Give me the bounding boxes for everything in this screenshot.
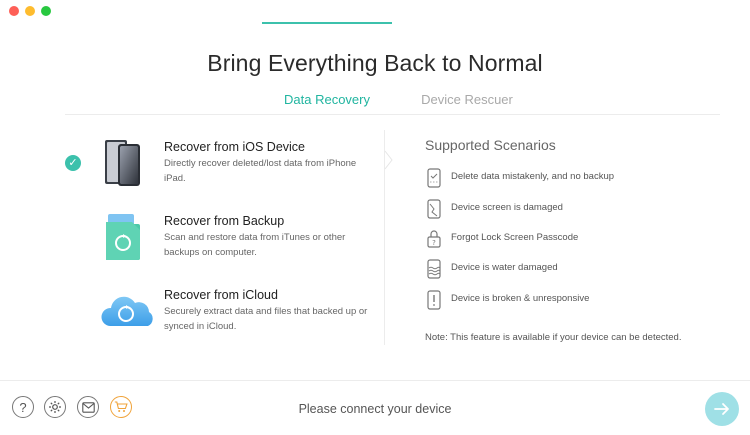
backup-file-icon xyxy=(98,212,156,266)
option-recover-icloud[interactable]: Recover from iCloud Securely extract dat… xyxy=(0,278,385,348)
lock-icon: ? xyxy=(427,230,441,248)
option-description: Securely extract data and files that bac… xyxy=(164,306,368,332)
deleted-data-icon xyxy=(427,168,441,188)
window-controls xyxy=(9,6,51,16)
scenario-text: Forgot Lock Screen Passcode xyxy=(451,232,579,243)
arrow-right-icon xyxy=(714,403,729,415)
water-damage-icon xyxy=(427,259,441,279)
option-recover-backup[interactable]: Recover from Backup Scan and restore dat… xyxy=(0,204,385,274)
scenario-text: Device is broken & unresponsive xyxy=(451,293,590,304)
page-title: Bring Everything Back to Normal xyxy=(207,50,543,76)
scenario-item: ? Forgot Lock Screen Passcode xyxy=(425,228,725,250)
scenario-item: Device is broken & unresponsive xyxy=(425,289,725,311)
icloud-icon xyxy=(98,286,156,340)
scenario-item: Device is water damaged xyxy=(425,258,725,280)
scenarios-title: Supported Scenarios xyxy=(425,137,556,153)
footer-divider xyxy=(0,380,750,381)
selected-check-icon: ✓ xyxy=(65,155,81,171)
close-window-button[interactable] xyxy=(9,6,19,16)
scenario-text: Delete data mistakenly, and no backup xyxy=(451,171,615,182)
iphone-icon xyxy=(98,138,156,192)
broken-device-icon xyxy=(427,290,441,310)
scenarios-note: Note: This feature is available if your … xyxy=(425,332,682,343)
option-recover-ios-device[interactable]: ✓ Recover from iOS Device Directly recov… xyxy=(0,130,385,200)
active-tab-indicator xyxy=(262,22,392,24)
tab-divider xyxy=(65,114,720,115)
next-button[interactable] xyxy=(705,392,739,426)
scenario-item: Device screen is damaged xyxy=(425,198,725,220)
option-description: Scan and restore data from iTunes or oth… xyxy=(164,232,346,258)
tab-data-recovery[interactable]: Data Recovery xyxy=(262,92,392,107)
zoom-window-button[interactable] xyxy=(41,6,51,16)
option-title: Recover from Backup xyxy=(164,214,285,228)
scenario-text: Device is water damaged xyxy=(451,262,558,273)
option-description: Directly recover deleted/lost data from … xyxy=(164,158,357,184)
cracked-screen-icon xyxy=(427,199,441,219)
tab-device-rescuer[interactable]: Device Rescuer xyxy=(402,92,532,107)
minimize-window-button[interactable] xyxy=(25,6,35,16)
option-title: Recover from iCloud xyxy=(164,288,278,302)
option-title: Recover from iOS Device xyxy=(164,140,306,154)
connection-status: Please connect your device xyxy=(298,402,452,416)
svg-text:?: ? xyxy=(432,239,436,247)
scenario-text: Device screen is damaged xyxy=(451,202,563,213)
tab-bar: Data Recovery Device Rescuer xyxy=(0,92,750,114)
chevron-right-icon xyxy=(384,150,393,170)
scenario-item: Delete data mistakenly, and no backup xyxy=(425,167,725,189)
